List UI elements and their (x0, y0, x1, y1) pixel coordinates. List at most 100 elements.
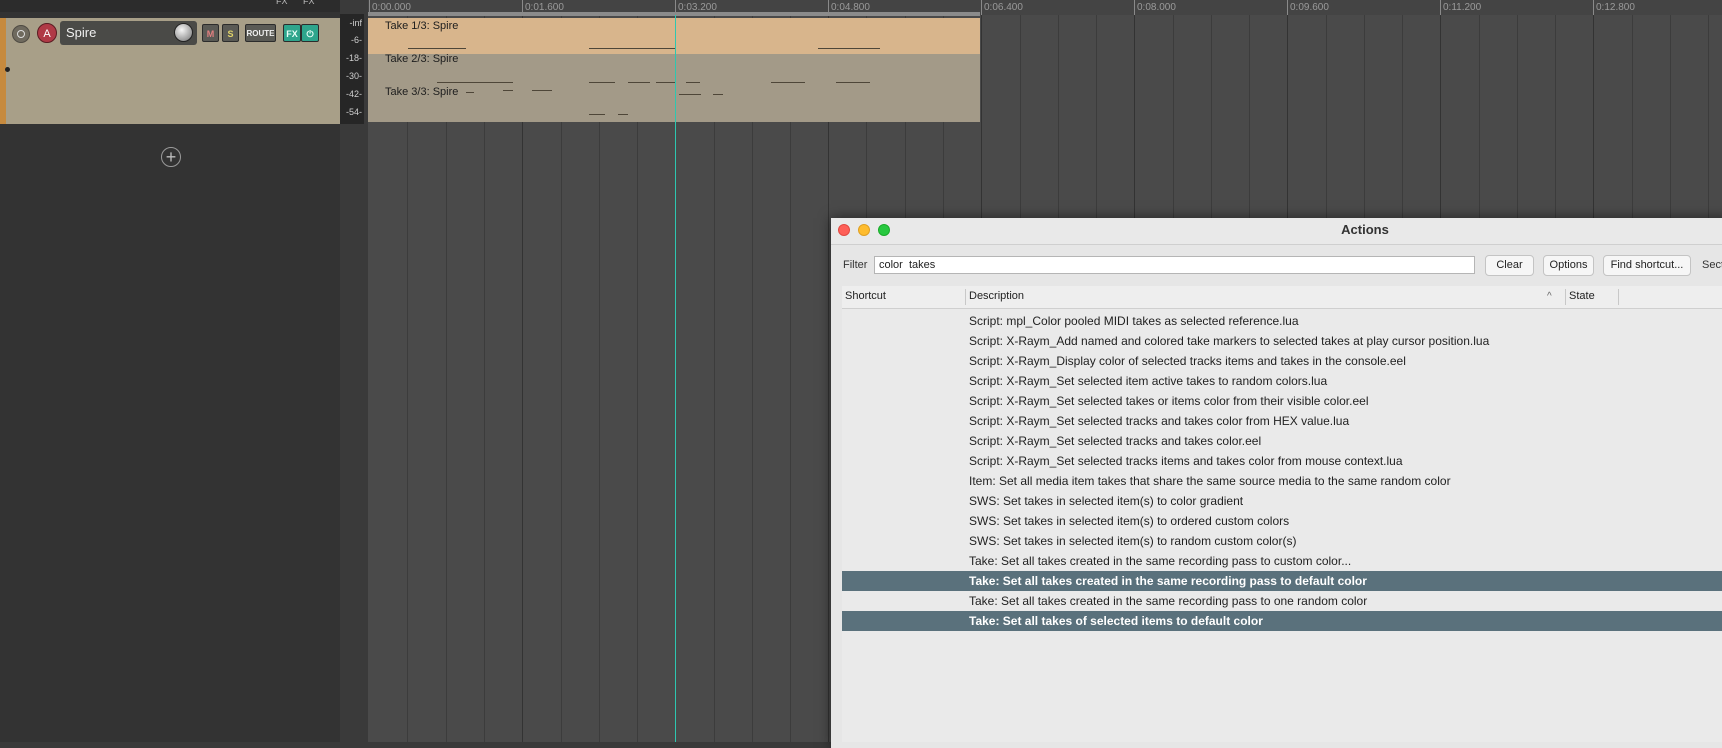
envelope-point[interactable] (5, 67, 10, 72)
action-description: Script: X-Raym_Set selected takes or ite… (969, 394, 1369, 408)
volume-knob[interactable] (174, 23, 193, 42)
action-row[interactable]: Script: X-Raym_Set selected item active … (842, 371, 1722, 391)
action-row[interactable]: SWS: Set takes in selected item(s) to ra… (842, 531, 1722, 551)
ruler-tick (1440, 0, 1441, 15)
action-description: SWS: Set takes in selected item(s) to co… (969, 494, 1244, 508)
midi-note (589, 114, 605, 115)
action-row[interactable]: Script: X-Raym_Set selected tracks items… (842, 451, 1722, 471)
midi-note (437, 82, 513, 83)
fx-button[interactable]: FX (283, 24, 301, 42)
action-row[interactable]: Script: X-Raym_Set selected tracks and t… (842, 431, 1722, 451)
column-header-shortcut[interactable]: Shortcut (845, 290, 886, 302)
meter-label: -42- (345, 89, 362, 99)
sort-ascending-icon: ^ (1547, 291, 1552, 302)
action-row[interactable]: Take: Set all takes created in the same … (842, 591, 1722, 611)
track-number-badge[interactable]: A (37, 23, 57, 43)
find-shortcut-button[interactable]: Find shortcut... (1603, 255, 1691, 276)
grid-line (522, 15, 523, 742)
action-row[interactable]: Item: Set all media item takes that shar… (842, 471, 1722, 491)
window-title: Actions (1341, 222, 1389, 237)
midi-note (656, 82, 676, 83)
fx-power-button[interactable]: ⏻ (301, 24, 319, 42)
midi-note (686, 82, 700, 83)
midi-note (818, 48, 880, 49)
grid-line (828, 15, 829, 742)
action-description: Script: X-Raym_Set selected item active … (969, 374, 1328, 388)
add-track-icon[interactable]: + (161, 147, 181, 167)
grid-line (599, 15, 600, 742)
action-row[interactable]: Script: X-Raym_Set selected tracks and t… (842, 411, 1722, 431)
ruler-label: 0:09.600 (1290, 2, 1329, 13)
options-button[interactable]: Options (1543, 255, 1594, 276)
action-row[interactable]: Take: Set all takes created in the same … (842, 571, 1722, 591)
action-description: Script: X-Raym_Add named and colored tak… (969, 334, 1490, 348)
ruler-label: 0:12.800 (1596, 2, 1635, 13)
column-header-state[interactable]: State (1569, 290, 1595, 302)
action-description: Take: Set all takes of selected items to… (969, 614, 1263, 628)
action-row[interactable]: Script: X-Raym_Display color of selected… (842, 351, 1722, 371)
ruler-loop-range[interactable] (368, 12, 980, 16)
midi-note (503, 90, 513, 91)
meter-label: -18- (345, 53, 362, 63)
midi-note (618, 114, 628, 115)
midi-note (836, 82, 870, 83)
midi-note (532, 90, 552, 91)
column-divider[interactable] (1618, 289, 1619, 305)
ruler-label: 0:03.200 (678, 2, 717, 13)
action-row[interactable]: SWS: Set takes in selected item(s) to or… (842, 511, 1722, 531)
track-name: Spire (66, 25, 97, 40)
filter-input[interactable] (874, 256, 1475, 274)
maximize-window-button[interactable] (878, 224, 890, 236)
take-label: Take 2/3: Spire (385, 53, 459, 65)
action-description: Script: X-Raym_Set selected tracks and t… (969, 414, 1350, 428)
ruler-tick (1287, 0, 1288, 15)
midi-note (589, 82, 615, 83)
clear-button[interactable]: Clear (1485, 255, 1534, 276)
route-button[interactable]: ROUTE (245, 24, 276, 42)
action-row[interactable]: Script: X-Raym_Add named and colored tak… (842, 331, 1722, 351)
solo-button[interactable]: S (222, 24, 239, 42)
grid-line (637, 15, 638, 742)
action-row[interactable]: Script: X-Raym_Set selected takes or ite… (842, 391, 1722, 411)
midi-note (679, 94, 701, 95)
ruler-label: 0:04.800 (831, 2, 870, 13)
play-cursor[interactable] (675, 15, 676, 742)
action-row[interactable]: SWS: Set takes in selected item(s) to co… (842, 491, 1722, 511)
action-description: Script: X-Raym_Display color of selected… (969, 354, 1406, 368)
ruler-tick (369, 0, 370, 15)
column-divider[interactable] (1565, 289, 1566, 305)
action-row[interactable]: Script: mpl_Color pooled MIDI takes as s… (842, 311, 1722, 331)
action-description: Script: X-Raym_Set selected tracks and t… (969, 434, 1262, 448)
grid-line (561, 15, 562, 742)
meter-label: -30- (345, 71, 362, 81)
action-description: Script: X-Raym_Set selected tracks items… (969, 454, 1403, 468)
ruler-tick (675, 0, 676, 15)
action-description: SWS: Set takes in selected item(s) to ra… (969, 534, 1297, 548)
minimize-window-button[interactable] (858, 224, 870, 236)
ruler-tick (981, 0, 982, 15)
action-row[interactable]: Take: Set all takes of selected items to… (842, 611, 1722, 631)
ruler-tick (522, 0, 523, 15)
take-label: Take 3/3: Spire (385, 86, 459, 98)
grid-line (407, 15, 408, 742)
record-arm-button[interactable] (12, 25, 30, 43)
meter-label: -54- (345, 107, 362, 117)
fx-toolbar-button[interactable]: FX (276, 0, 288, 6)
midi-note (466, 92, 474, 93)
action-description: Take: Set all takes created in the same … (969, 594, 1368, 608)
fx-toolbar-button[interactable]: FX (303, 0, 315, 6)
action-description: Take: Set all takes created in the same … (969, 554, 1352, 568)
ruler-label: 0:11.200 (1443, 2, 1482, 13)
action-row[interactable]: Take: Set all takes created in the same … (842, 551, 1722, 571)
mute-button[interactable]: M (202, 24, 219, 42)
grid-line (484, 15, 485, 742)
column-divider[interactable] (965, 289, 966, 305)
grid-line (790, 15, 791, 742)
action-description: SWS: Set takes in selected item(s) to or… (969, 514, 1290, 528)
filter-label: Filter (843, 259, 868, 271)
column-header-description[interactable]: Description (969, 290, 1024, 302)
ruler-tick (1134, 0, 1135, 15)
ruler-label: 0:00.000 (372, 2, 411, 13)
close-window-button[interactable] (838, 224, 850, 236)
action-description: Take: Set all takes created in the same … (969, 574, 1367, 588)
